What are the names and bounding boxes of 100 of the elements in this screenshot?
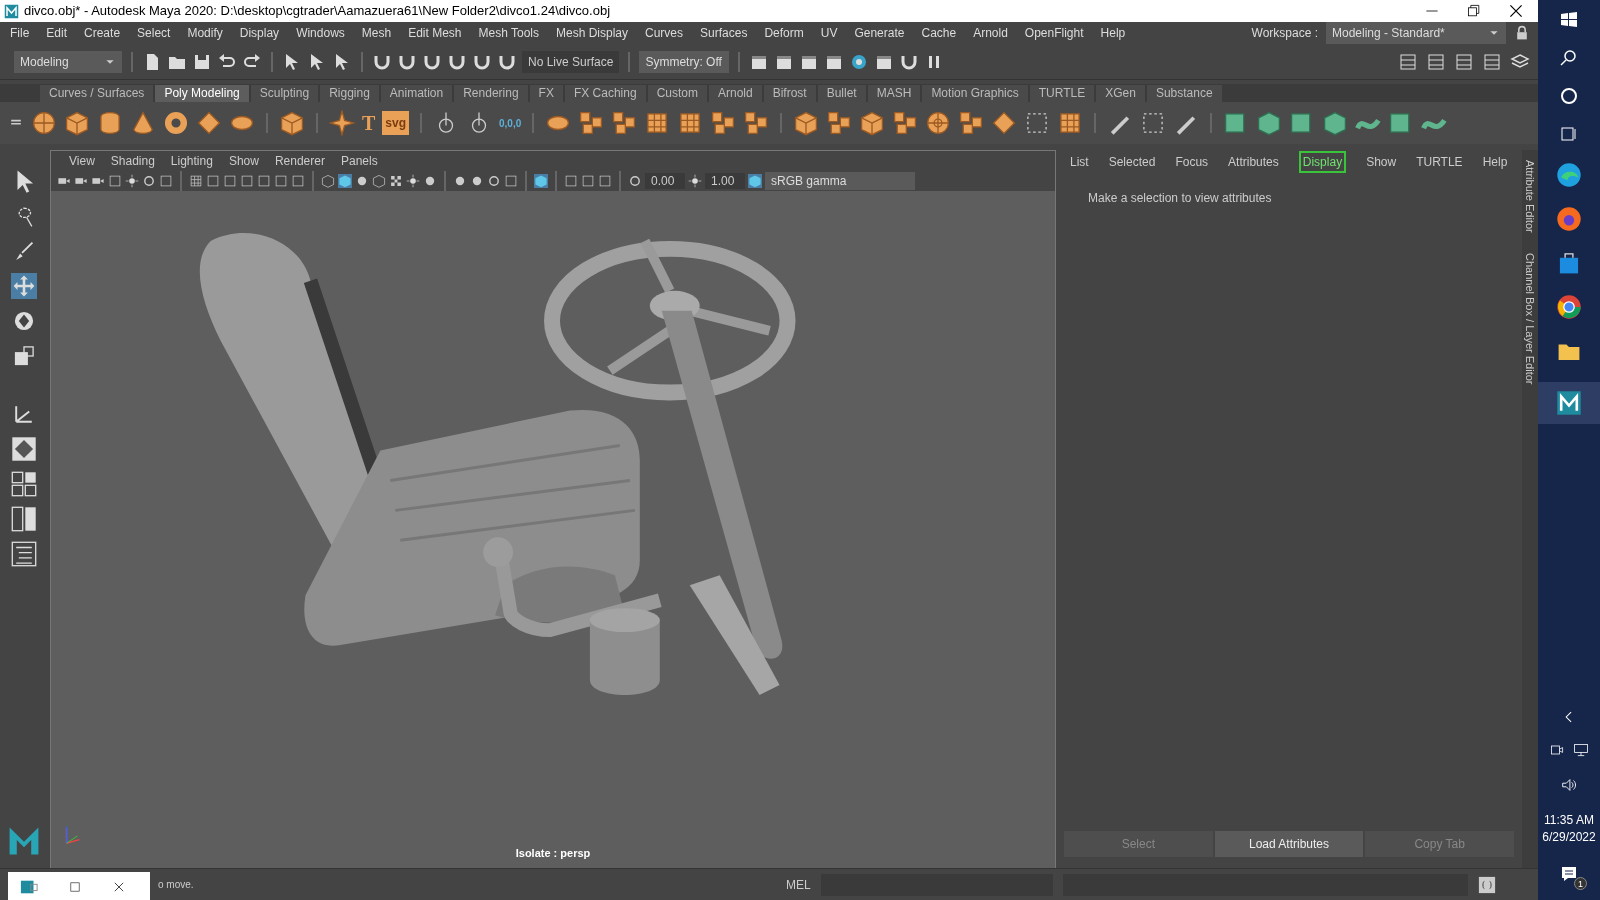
single-pane-icon[interactable]: [11, 436, 37, 462]
menu-item[interactable]: File: [10, 24, 30, 42]
squares-icon[interactable]: [958, 110, 985, 136]
command-language-label[interactable]: MEL: [786, 875, 811, 894]
menu-item[interactable]: Edit Mesh: [408, 24, 462, 42]
shelf-tab[interactable]: XGen: [1096, 85, 1145, 102]
attribute-menu-item[interactable]: Selected: [1108, 153, 1156, 171]
menu-item[interactable]: Mesh Display: [556, 24, 629, 42]
editor-button[interactable]: Load Attributes: [1214, 830, 1364, 857]
cube-icon[interactable]: [1256, 110, 1283, 136]
grid-icon[interactable]: [189, 174, 203, 188]
exposure-field[interactable]: 0.00: [645, 173, 685, 189]
menu-item[interactable]: Curves: [645, 24, 684, 42]
text-tool-button[interactable]: T: [362, 108, 376, 138]
shelf-tab[interactable]: Bifrost: [763, 85, 816, 102]
cone-icon[interactable]: [130, 110, 156, 136]
square-icon[interactable]: [504, 174, 518, 188]
cube-icon[interactable]: [1322, 110, 1349, 136]
menu-item[interactable]: Display: [239, 24, 280, 42]
shelf-tab[interactable]: Custom: [647, 85, 707, 102]
viewport-menu-item[interactable]: Shading: [110, 152, 155, 170]
attribute-menu-item[interactable]: Help: [1482, 153, 1508, 171]
square-icon[interactable]: [564, 174, 578, 188]
square-icon[interactable]: [274, 174, 288, 188]
cube-icon[interactable]: [859, 110, 886, 136]
browser-icon[interactable]: [1556, 162, 1582, 188]
symmetry-dropdown[interactable]: Symmetry: Off: [639, 50, 730, 73]
square-icon[interactable]: [240, 174, 254, 188]
shelf-tab[interactable]: Substance: [1146, 85, 1222, 102]
side-tab[interactable]: Attribute Editor: [1521, 160, 1539, 233]
shelf-tab[interactable]: MASH: [867, 85, 921, 102]
menu-item[interactable]: OpenFlight: [1024, 24, 1084, 42]
diamond-icon[interactable]: [991, 110, 1018, 136]
ring-icon[interactable]: [142, 174, 156, 188]
move-icon[interactable]: [11, 273, 37, 299]
menu-item[interactable]: Edit: [46, 24, 68, 42]
squares-icon[interactable]: [710, 110, 737, 136]
menu-item[interactable]: Arnold: [973, 24, 1008, 42]
sphere-icon[interactable]: [31, 110, 57, 136]
shelf-tab[interactable]: Rigging: [320, 85, 379, 102]
network-icon[interactable]: [1573, 742, 1589, 758]
browser-icon[interactable]: [1556, 294, 1582, 320]
restore-icon[interactable]: [1466, 3, 1482, 19]
menu-item[interactable]: Cache: [921, 24, 957, 42]
light-icon[interactable]: [125, 174, 139, 188]
shelf-tab[interactable]: FX Caching: [564, 85, 646, 102]
svg-tool-button[interactable]: svg: [382, 111, 410, 135]
shelf-tab[interactable]: Poly Modeling: [155, 85, 249, 102]
ring-icon[interactable]: [628, 174, 642, 188]
script-editor-icon[interactable]: [1477, 875, 1496, 894]
task-view-icon[interactable]: [1559, 124, 1579, 144]
live-surface-field[interactable]: No Live Surface: [522, 50, 620, 73]
gamma-field[interactable]: 1.00: [705, 173, 745, 189]
outliner-icon[interactable]: [11, 541, 37, 567]
circle-icon[interactable]: [1559, 86, 1579, 106]
mode-dropdown[interactable]: Modeling: [14, 50, 122, 73]
cube-icon[interactable]: [64, 110, 90, 136]
menu-item[interactable]: Windows: [296, 24, 345, 42]
menu-item[interactable]: UV: [820, 24, 838, 42]
square-icon[interactable]: [159, 174, 173, 188]
shelf-tab[interactable]: Curves / Surfaces: [40, 85, 154, 102]
sphere-icon[interactable]: [355, 174, 369, 188]
close-icon[interactable]: [1508, 3, 1524, 19]
checker-icon[interactable]: [389, 174, 403, 188]
shelf-tab[interactable]: Rendering: [454, 85, 528, 102]
light-icon[interactable]: [688, 174, 702, 188]
squares-icon[interactable]: [743, 110, 770, 136]
shelf-tab[interactable]: Motion Graphics: [922, 85, 1028, 102]
viewport-menu-item[interactable]: View: [69, 152, 95, 170]
workspace-dropdown[interactable]: Modeling - Standard*: [1326, 22, 1506, 44]
panel-icon[interactable]: [1454, 51, 1474, 72]
light-icon[interactable]: [406, 174, 420, 188]
cube-icon[interactable]: [279, 110, 305, 136]
target-icon[interactable]: [925, 110, 952, 136]
two-pane-icon[interactable]: [11, 506, 37, 532]
panel-icon[interactable]: [1482, 51, 1502, 72]
squares-icon[interactable]: [578, 110, 605, 136]
attribute-menu-item[interactable]: List: [1070, 153, 1089, 171]
attribute-menu-item[interactable]: TURTLE: [1416, 153, 1463, 171]
camera-icon[interactable]: [1549, 742, 1565, 758]
menu-item[interactable]: Select: [137, 24, 171, 42]
windows-logo-icon[interactable]: [1559, 10, 1579, 30]
shelf-tab[interactable]: Animation: [380, 85, 453, 102]
viewport-menu-item[interactable]: Panels: [340, 152, 378, 170]
side-tab[interactable]: Channel Box / Layer Editor: [1521, 252, 1539, 385]
square-icon[interactable]: [598, 174, 612, 188]
maximize-icon[interactable]: [68, 879, 82, 894]
viewport-menu-item[interactable]: Lighting: [170, 152, 213, 170]
square-icon[interactable]: [581, 174, 595, 188]
attribute-menu-item[interactable]: Focus: [1175, 153, 1209, 171]
color-space-dropdown[interactable]: sRGB gamma: [765, 172, 915, 190]
menu-item[interactable]: Modify: [187, 24, 223, 42]
cube-icon[interactable]: [793, 110, 820, 136]
squares-icon[interactable]: [826, 110, 853, 136]
squares-icon[interactable]: [892, 110, 919, 136]
torus-icon[interactable]: [163, 110, 189, 136]
search-icon[interactable]: [1559, 48, 1579, 68]
notification-icon[interactable]: [1559, 864, 1579, 884]
lock-icon[interactable]: [1514, 25, 1530, 41]
menu-item[interactable]: Generate: [854, 24, 905, 42]
